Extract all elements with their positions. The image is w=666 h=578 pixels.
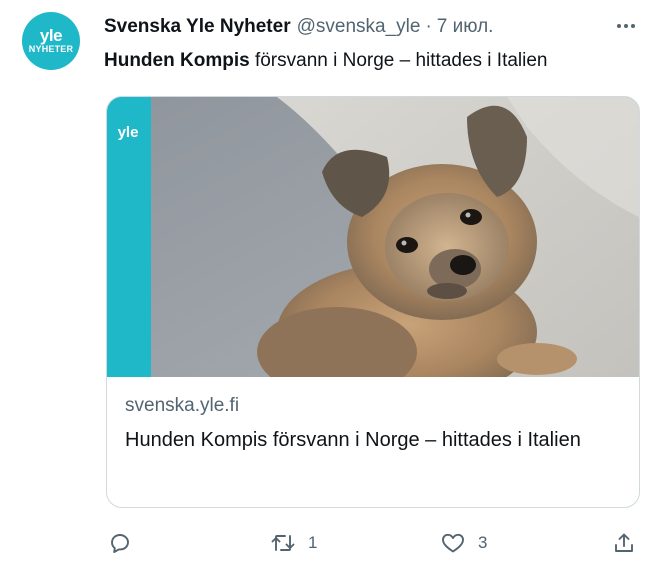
share-button[interactable]: [612, 526, 636, 560]
dog-photo: yle: [107, 97, 639, 377]
like-count: 3: [478, 533, 488, 552]
dot-icon: [617, 24, 621, 28]
reply-button[interactable]: [108, 526, 132, 560]
yle-badge-text: yle: [118, 124, 139, 141]
tweet-text-bold: Hunden Kompis: [104, 50, 250, 71]
retweet-button[interactable]: 1: [270, 526, 317, 560]
dot-icon: [624, 24, 628, 28]
like-button[interactable]: 3: [440, 526, 487, 560]
tweet-text-rest: försvann i Norge – hittades i Italien: [249, 50, 548, 71]
avatar[interactable]: yle NYHETER: [22, 12, 80, 70]
heart-icon: [442, 533, 464, 553]
link-preview-card[interactable]: yle svenska.yle.fi Hunden Kompis försvan…: [106, 96, 640, 508]
card-image[interactable]: yle: [107, 97, 639, 377]
share-icon: [615, 533, 633, 552]
card-domain: svenska.yle.fi: [125, 395, 240, 416]
card-title: Hunden Kompis försvann i Norge – hittade…: [125, 429, 581, 451]
retweet-icon: [271, 535, 295, 551]
action-bar: 1 3: [106, 526, 638, 560]
user-handle[interactable]: @svenska_yle: [297, 16, 421, 38]
tweet-date[interactable]: 7 июл.: [437, 16, 494, 38]
more-options-button[interactable]: [614, 14, 638, 38]
yle-logo-subtitle: NYHETER: [28, 44, 74, 54]
separator-dot: ·: [425, 16, 432, 37]
tweet-header: Svenska Yle Nyheter @svenska_yle · 7 июл…: [104, 14, 636, 40]
dot-icon: [631, 24, 635, 28]
reply-icon: [111, 534, 129, 553]
retweet-count: 1: [308, 533, 318, 552]
display-name[interactable]: Svenska Yle Nyheter: [104, 16, 291, 38]
card-meta: svenska.yle.fi Hunden Kompis försvann i …: [125, 393, 621, 456]
yle-logo-word: yle: [39, 26, 63, 45]
tweet-text: Hunden Kompis försvann i Norge – hittade…: [104, 48, 644, 74]
